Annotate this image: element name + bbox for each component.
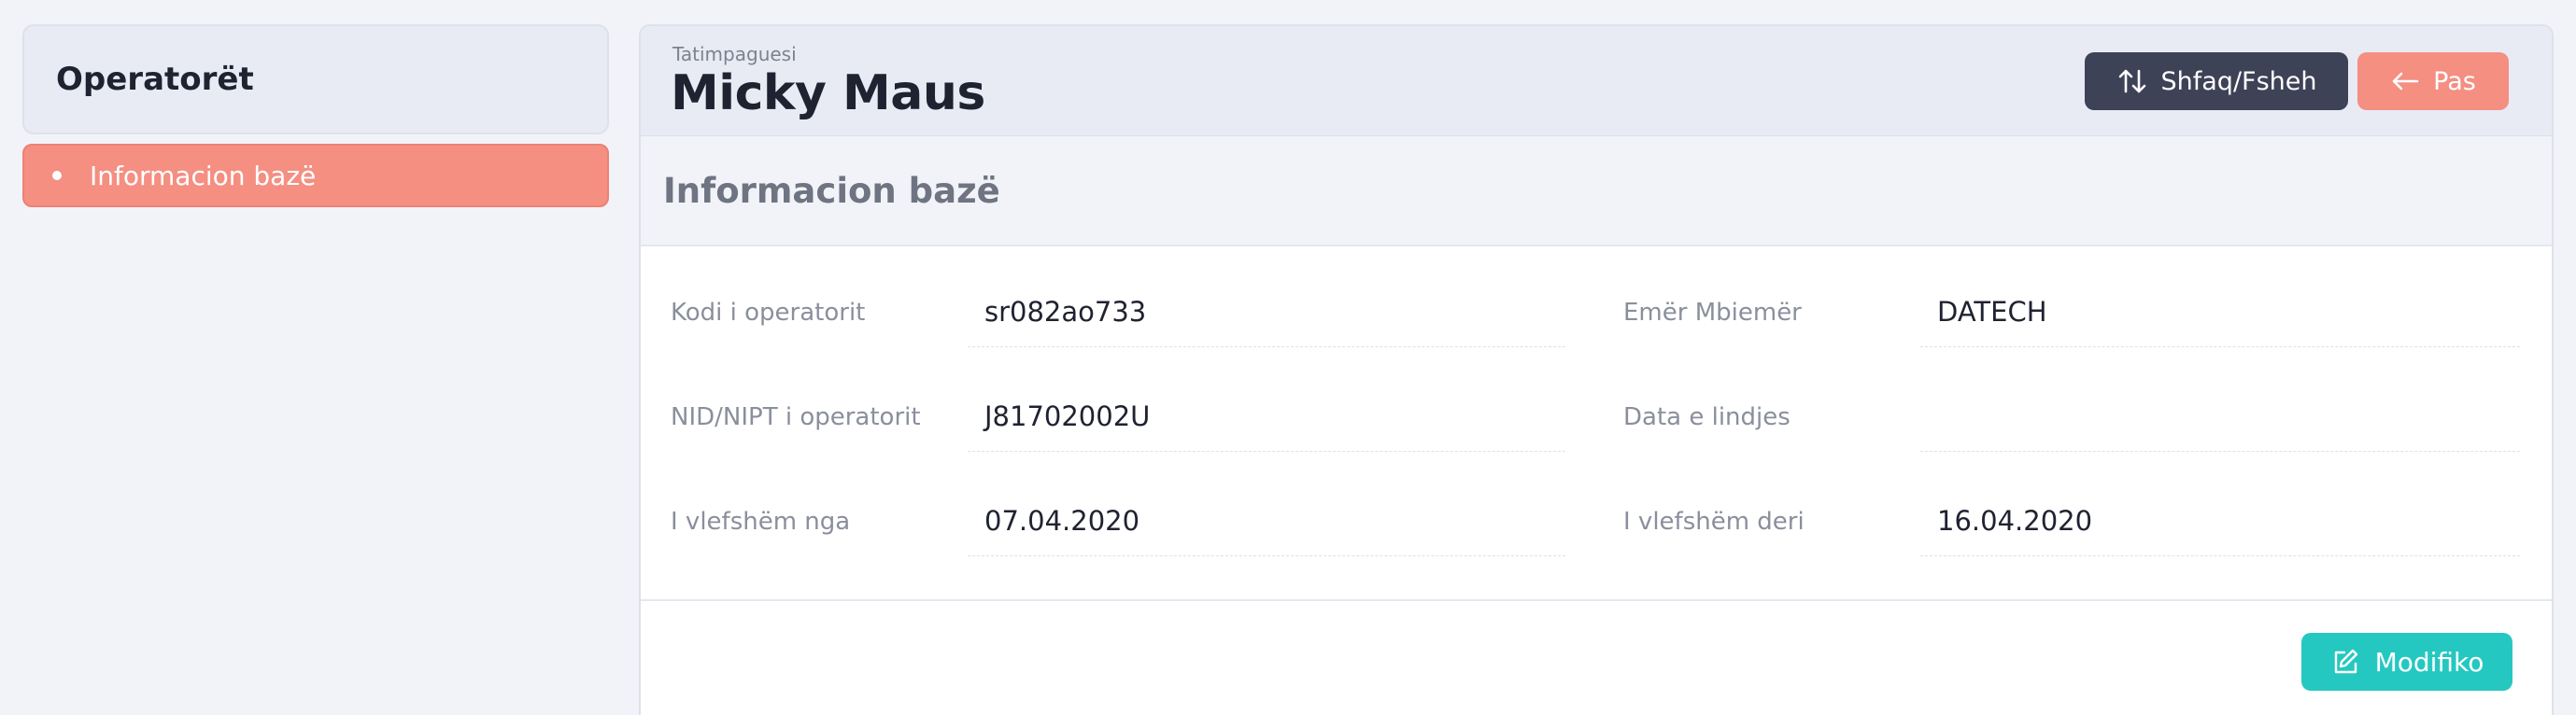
sidebar-title: Operatorët: [22, 24, 609, 134]
back-button[interactable]: Pas: [2357, 52, 2509, 110]
section-title: Informacion bazë: [641, 136, 2552, 246]
birth-date-label: Data e lindjes: [1623, 403, 1790, 431]
edit-button[interactable]: Modifiko: [2301, 633, 2512, 691]
valid-to-label: I vlefshëm deri: [1623, 508, 1805, 536]
valid-to-value: 16.04.2020: [1920, 498, 2520, 556]
operator-code-value: sr082ao733: [968, 289, 1565, 347]
info-fields: Kodi i operatorit sr082ao733 Emër Mbiemë…: [641, 246, 2552, 601]
back-label: Pas: [2433, 66, 2476, 96]
show-hide-button[interactable]: Shfaq/Fsheh: [2085, 52, 2348, 110]
page-subtitle: Tatimpaguesi: [672, 43, 797, 65]
page-title: Micky Maus: [671, 65, 985, 121]
show-hide-label: Shfaq/Fsheh: [2160, 66, 2317, 96]
sidebar-item-informacion-baze[interactable]: Informacion bazë: [22, 144, 609, 207]
full-name-value: DATECH: [1920, 289, 2520, 347]
nid-value: J81702002U: [968, 394, 1565, 452]
valid-from-label: I vlefshëm nga: [671, 508, 851, 536]
arrow-left-icon: [2392, 72, 2419, 91]
sort-arrows-icon: [2118, 69, 2145, 93]
edit-icon: [2334, 649, 2357, 674]
sidebar: Operatorët Informacion bazë: [22, 24, 609, 207]
full-name-label: Emër Mbiemër: [1623, 299, 1802, 327]
sidebar-item-label: Informacion bazë: [90, 160, 317, 191]
birth-date-value: [1920, 394, 2520, 452]
edit-label: Modifiko: [2374, 646, 2484, 678]
page-header: Tatimpaguesi Micky Maus Shfaq/Fsheh Pas: [641, 26, 2552, 136]
bullet-icon: [52, 171, 62, 180]
main-panel: Tatimpaguesi Micky Maus Shfaq/Fsheh Pas …: [639, 24, 2554, 715]
valid-from-value: 07.04.2020: [968, 498, 1565, 556]
operator-code-label: Kodi i operatorit: [671, 299, 866, 327]
nid-label: NID/NIPT i operatorit: [671, 403, 921, 431]
